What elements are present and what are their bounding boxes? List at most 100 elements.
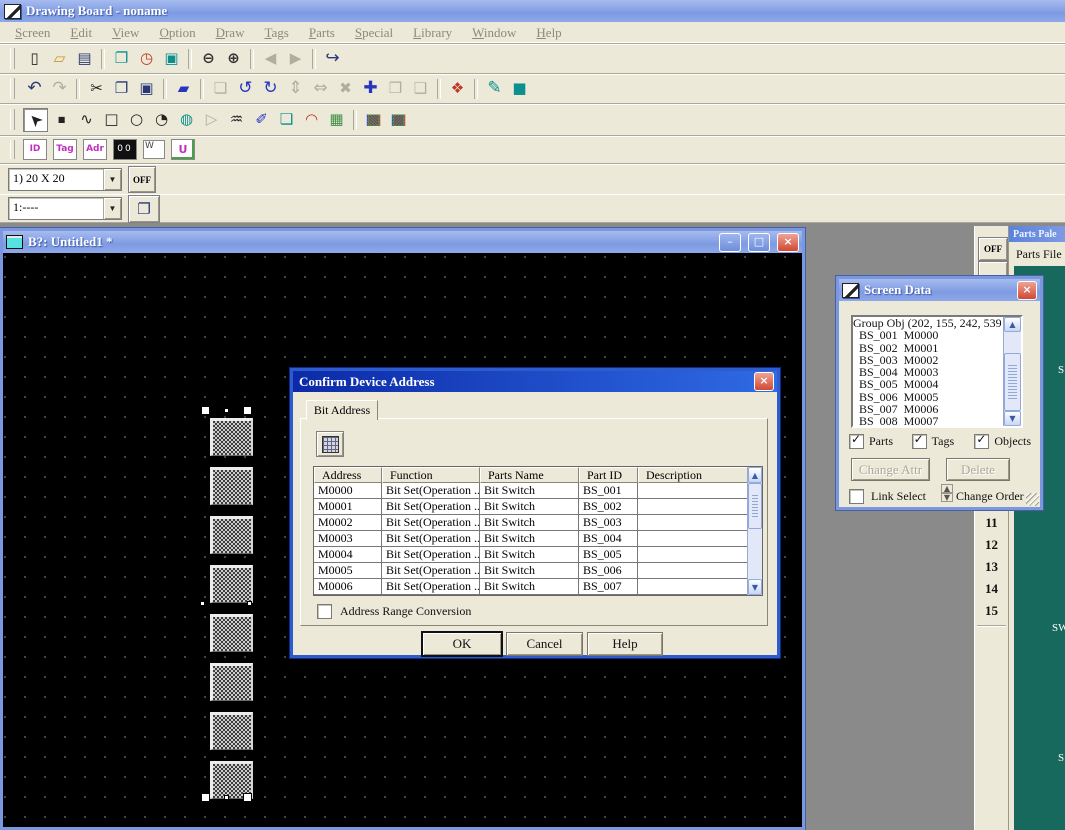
function-cell[interactable]: Bit Set(Operation ... [382, 483, 480, 499]
address-cell[interactable]: M0000 [314, 483, 382, 499]
state-number[interactable]: 12 [975, 534, 1008, 556]
screen-data-titlebar[interactable]: Screen Data × [839, 279, 1040, 301]
description-cell[interactable] [638, 547, 747, 563]
fill-tool-icon[interactable]: ◍ [175, 109, 198, 131]
eraser-icon[interactable]: ▰ [172, 78, 195, 100]
chevron-down-icon[interactable]: ▼ [103, 169, 121, 190]
duplicate-icon[interactable]: ❏ [209, 78, 232, 100]
rotate-ccw-icon[interactable]: ↺ [234, 78, 257, 100]
table-row[interactable]: M0002 Bit Set(Operation ... Bit Switch B… [314, 515, 747, 531]
screen-data-scrollbar[interactable]: ▲ ▼ [1003, 317, 1021, 426]
part-id-cell[interactable]: BS_005 [579, 547, 638, 563]
address-cell[interactable]: M0003 [314, 531, 382, 547]
bit-switch-part[interactable] [210, 516, 253, 554]
part-id-cell[interactable]: BS_001 [579, 483, 638, 499]
parts-file-tab[interactable]: Parts File [1009, 242, 1065, 266]
text-tool-icon[interactable]: ✐ [250, 109, 273, 131]
capture-tool-icon[interactable]: ❏ [275, 109, 298, 131]
column-header[interactable]: Part ID [579, 467, 638, 483]
w-display-icon[interactable]: W [143, 140, 165, 159]
screen-data-listbox[interactable]: Group Obj (202, 155, 242, 539 BS_001 M00… [851, 315, 1023, 428]
load-screen-icon[interactable]: ◠ [300, 109, 323, 131]
bit-switch-part[interactable] [210, 614, 253, 652]
scrollbar-thumb[interactable] [1004, 353, 1021, 411]
part-id-cell[interactable]: BS_003 [579, 515, 638, 531]
description-cell[interactable] [638, 531, 747, 547]
image-icon[interactable]: ▦ [325, 109, 348, 131]
select-tool-icon[interactable]: ➤ [23, 108, 48, 132]
parts-3d-alt-icon[interactable]: ▨ [387, 109, 410, 131]
state-number[interactable]: 15 [975, 600, 1008, 622]
bring-front-icon[interactable]: ❒ [384, 78, 407, 100]
scrollbar-thumb[interactable] [748, 483, 762, 529]
polygon-tool-icon[interactable]: ▷ [200, 109, 223, 131]
bit-switch-part[interactable] [210, 418, 253, 456]
description-cell[interactable] [638, 483, 747, 499]
tags-filter-checkbox[interactable]: Tags [912, 434, 970, 449]
menu-item[interactable]: Window [463, 25, 525, 41]
simulation-icon[interactable]: ▣ [160, 48, 183, 70]
drawing-window-titlebar[interactable]: B?: Untitled1 * – □ × [3, 231, 802, 253]
copy-screen-icon[interactable]: ❐ [110, 48, 133, 70]
change-attr-button[interactable]: Change Attr [851, 458, 930, 481]
table-scrollbar[interactable]: ▲ ▼ [747, 467, 762, 595]
scroll-up-icon[interactable]: ▲ [748, 467, 762, 483]
menu-item[interactable]: Help [527, 25, 570, 41]
description-cell[interactable] [638, 515, 747, 531]
selection-handle[interactable] [224, 795, 229, 800]
rotate-cw-icon[interactable]: ↻ [259, 78, 282, 100]
minimize-button[interactable]: – [719, 233, 741, 252]
id-list-icon[interactable]: ID [23, 139, 47, 160]
address-range-checkbox[interactable]: Address Range Conversion [317, 604, 471, 619]
screen-data-item[interactable]: BS_008 M0007 [853, 415, 1003, 426]
exit-icon[interactable]: ↪ [321, 48, 344, 70]
flip-vertical-icon[interactable]: ⇕ [284, 78, 307, 100]
selection-handle[interactable] [224, 408, 229, 413]
back-icon[interactable]: ◀ [259, 48, 282, 70]
selection-handle[interactable] [243, 793, 252, 802]
polyline-tool-icon[interactable]: ∿ [75, 109, 98, 131]
ok-button[interactable]: OK [422, 632, 502, 656]
state-number[interactable]: 13 [975, 556, 1008, 578]
scroll-down-icon[interactable]: ▼ [1004, 411, 1021, 426]
paste-icon[interactable]: ▣ [135, 78, 158, 100]
copy-icon[interactable]: ❐ [110, 78, 133, 100]
menu-item[interactable]: Tags [255, 25, 297, 41]
delete-button[interactable]: Delete [946, 458, 1010, 481]
parts-name-cell[interactable]: Bit Switch [480, 531, 579, 547]
open-icon[interactable]: ▱ [48, 48, 71, 70]
save-icon[interactable]: ▤ [73, 48, 96, 70]
scroll-down-icon[interactable]: ▼ [748, 579, 762, 595]
parts-off-button[interactable]: OFF [978, 237, 1008, 261]
rect-tool-icon[interactable]: □ [100, 109, 123, 131]
column-header[interactable]: Parts Name [480, 467, 579, 483]
shrink-icon[interactable]: ✖ [334, 78, 357, 100]
bit-switch-part[interactable] [210, 712, 253, 750]
convert-screen-button[interactable]: ❐ [128, 195, 160, 223]
selection-handle[interactable] [201, 406, 210, 415]
u-display-icon[interactable]: U [171, 139, 195, 160]
function-cell[interactable]: Bit Set(Operation ... [382, 547, 480, 563]
function-cell[interactable]: Bit Set(Operation ... [382, 515, 480, 531]
zoom-in-icon[interactable]: ⊕ [222, 48, 245, 70]
send-back-icon[interactable]: ❑ [409, 78, 432, 100]
screen-select-combobox[interactable]: 1:---- ▼ [8, 197, 122, 220]
part-id-cell[interactable]: BS_007 [579, 579, 638, 595]
bit-switch-part[interactable] [210, 663, 253, 701]
menu-item[interactable]: Edit [61, 25, 101, 41]
menu-item[interactable]: Parts [300, 25, 344, 41]
function-cell[interactable]: Bit Set(Operation ... [382, 563, 480, 579]
selection-handle[interactable] [243, 406, 252, 415]
parts-name-cell[interactable]: Bit Switch [480, 515, 579, 531]
undo-icon[interactable]: ↶ [23, 78, 46, 100]
alarm-editor-icon[interactable]: ◷ [135, 48, 158, 70]
part-id-cell[interactable]: BS_006 [579, 563, 638, 579]
table-row[interactable]: M0001 Bit Set(Operation ... Bit Switch B… [314, 499, 747, 515]
scale-tool-icon[interactable]: ♒ [225, 109, 248, 131]
cut-icon[interactable]: ✂ [85, 78, 108, 100]
state-number[interactable]: 14 [975, 578, 1008, 600]
dot-tool-icon[interactable]: ■ [50, 109, 73, 131]
menu-item[interactable]: View [103, 25, 148, 41]
description-cell[interactable] [638, 563, 747, 579]
parts-name-cell[interactable]: Bit Switch [480, 563, 579, 579]
